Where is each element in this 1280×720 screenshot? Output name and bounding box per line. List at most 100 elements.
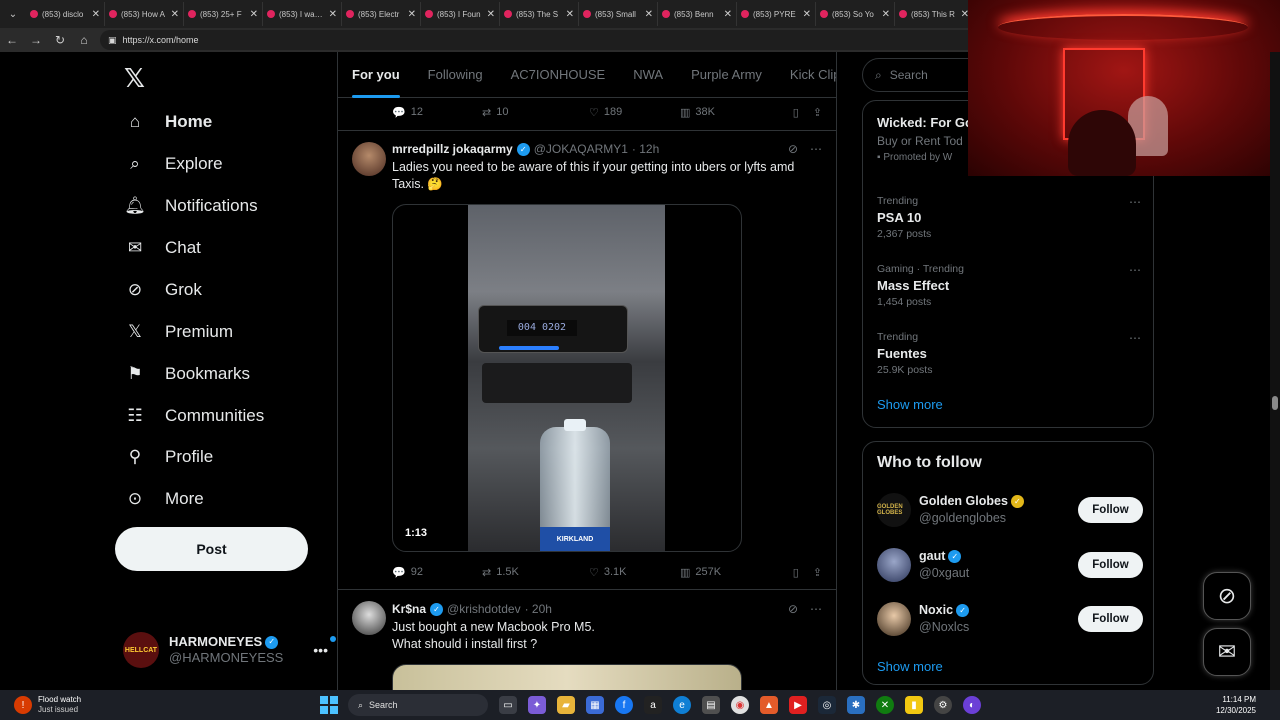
show-more-link[interactable]: Show more xyxy=(877,659,943,674)
browser-tab[interactable]: (853) disclo ✕ xyxy=(26,2,105,26)
close-icon[interactable]: ✕ xyxy=(882,9,890,20)
more-dots-icon[interactable]: ⋯ xyxy=(810,142,822,156)
close-icon[interactable]: ✕ xyxy=(250,9,258,20)
start-icon[interactable] xyxy=(320,696,338,714)
share-icon[interactable]: ⇪ xyxy=(813,566,822,579)
obs-icon[interactable]: ◐ xyxy=(963,696,981,714)
author-name[interactable]: Kr$na xyxy=(392,602,426,616)
more-dots-icon[interactable]: ⋯ xyxy=(1129,263,1141,277)
sidebar-item-chat[interactable]: ✉ Chat xyxy=(123,228,201,268)
browser-tab[interactable]: (853) 25+ F ✕ xyxy=(184,2,263,26)
forward-icon[interactable]: → xyxy=(24,28,48,52)
sidebar-item-communities[interactable]: ☷ Communities xyxy=(123,396,264,436)
more-dots-icon[interactable]: ⋯ xyxy=(810,602,822,616)
reply-button[interactable]: 💬 92 xyxy=(392,566,482,579)
show-more-link[interactable]: Show more xyxy=(877,397,943,412)
address-bar[interactable]: ▣ https://x.com/home xyxy=(100,30,980,50)
browser-tab[interactable]: (853) PYRE ✕ xyxy=(737,2,816,26)
follow-button[interactable]: Follow xyxy=(1078,552,1143,578)
views-button[interactable]: ▥ 38K xyxy=(680,106,784,119)
system-clock[interactable]: 11:14 PM 12/30/2025 xyxy=(1216,694,1256,716)
browser-tab[interactable]: (853) How A ✕ xyxy=(105,2,184,26)
task-view-icon[interactable]: ▭ xyxy=(499,696,517,714)
close-icon[interactable]: ✕ xyxy=(487,9,495,20)
amazon-icon[interactable]: a xyxy=(644,696,662,714)
tab-kick-clips[interactable]: Kick Clips xyxy=(776,52,836,98)
copilot-icon[interactable]: ✦ xyxy=(528,696,546,714)
tab-ac7ionhouse[interactable]: AC7IONHOUSE xyxy=(497,52,620,98)
sidebar-item-more[interactable]: ⊙ More xyxy=(123,479,204,519)
post-button[interactable]: Post xyxy=(115,527,308,571)
like-button[interactable]: ♡ 3.1K xyxy=(589,566,680,579)
tweet-image[interactable] xyxy=(392,664,742,690)
tab-search-chevron-icon[interactable]: ⌄ xyxy=(0,0,26,28)
home-page-icon[interactable]: ⌂ xyxy=(72,28,96,52)
follow-suggestion[interactable]: gaut ✓ @0xgaut Follow xyxy=(877,547,1143,583)
store-icon[interactable]: ▦ xyxy=(586,696,604,714)
youtube-icon[interactable]: ▶ xyxy=(789,696,807,714)
browser-tab[interactable]: (853) This R ✕ xyxy=(895,2,974,26)
messages-fab[interactable]: ✉ xyxy=(1203,628,1251,676)
browser-tab[interactable]: (853) So Yo ✕ xyxy=(816,2,895,26)
sidebar-item-premium[interactable]: 𝕏 Premium xyxy=(123,312,233,352)
sidebar-item-explore[interactable]: ⌕ Explore xyxy=(123,144,222,184)
tab-following[interactable]: Following xyxy=(414,52,497,98)
xbox-icon[interactable]: ✕ xyxy=(876,696,894,714)
sidebar-item-profile[interactable]: ⚲ Profile xyxy=(123,437,213,477)
tab-purple-army[interactable]: Purple Army xyxy=(677,52,776,98)
back-icon[interactable]: ← xyxy=(0,28,24,52)
close-icon[interactable]: ✕ xyxy=(92,9,100,20)
author-name[interactable]: mrredpillz jokaqarmy xyxy=(392,142,513,156)
app-icon[interactable]: ▲ xyxy=(760,696,778,714)
follow-button[interactable]: Follow xyxy=(1078,497,1143,523)
grok-icon[interactable]: ⊘ xyxy=(788,142,798,156)
tweet-time[interactable]: · 20h xyxy=(525,602,552,616)
account-switcher[interactable]: HELLCAT HARMONEYES ✓ @HARMONEYESS ••• xyxy=(123,630,336,670)
avatar[interactable] xyxy=(352,601,386,635)
sidebar-item-notifications[interactable]: 🔔︎ Notifications xyxy=(123,186,257,226)
tweet-time[interactable]: · 12h xyxy=(632,142,659,156)
browser-tab[interactable]: (853) I was s ✕ xyxy=(263,2,342,26)
close-icon[interactable]: ✕ xyxy=(329,9,337,20)
close-icon[interactable]: ✕ xyxy=(803,9,811,20)
author-handle[interactable]: @krishdotdev xyxy=(447,602,521,616)
taskbar-search[interactable]: ⌕ Search xyxy=(348,694,488,716)
close-icon[interactable]: ✕ xyxy=(171,9,179,20)
more-dots-icon[interactable]: ⋯ xyxy=(1129,195,1141,209)
share-icon[interactable]: ⇪ xyxy=(813,106,822,119)
more-dots-icon[interactable]: ⋯ xyxy=(1129,331,1141,345)
app-icon[interactable]: ⚙ xyxy=(934,696,952,714)
folder-icon[interactable]: ▰ xyxy=(557,696,575,714)
repost-button[interactable]: ⇄ 1.5K xyxy=(482,566,589,579)
close-icon[interactable]: ✕ xyxy=(566,9,574,20)
browser-tab[interactable]: (853) The S ✕ xyxy=(500,2,579,26)
tab-nwa[interactable]: NWA xyxy=(619,52,677,98)
trend-item[interactable]: Gaming · Trending Mass Effect 1,454 posts ⋯ xyxy=(877,263,1141,308)
more-dots-icon[interactable]: ••• xyxy=(313,636,336,658)
close-icon[interactable]: ✕ xyxy=(408,9,416,20)
weather-widget[interactable]: ! Flood watch Just issued xyxy=(14,695,294,715)
trend-item[interactable]: Trending Fuentes 25.9K posts ⋯ xyxy=(877,331,1141,376)
browser-tab[interactable]: (853) Benn ✕ xyxy=(658,2,737,26)
bookmark-icon[interactable]: ▯ xyxy=(793,566,799,579)
repost-button[interactable]: ⇄ 10 xyxy=(482,106,589,119)
app-icon[interactable]: ✱ xyxy=(847,696,865,714)
notes-icon[interactable]: ▮ xyxy=(905,696,923,714)
views-button[interactable]: ▥ 257K xyxy=(680,566,784,579)
reload-icon[interactable]: ↻ xyxy=(48,28,72,52)
close-icon[interactable]: ✕ xyxy=(724,9,732,20)
browser-tab[interactable]: (853) Small ✕ xyxy=(579,2,658,26)
close-icon[interactable]: ✕ xyxy=(645,9,653,20)
trend-item[interactable]: Trending PSA 10 2,367 posts ⋯ xyxy=(877,195,1141,240)
facebook-icon[interactable]: f xyxy=(615,696,633,714)
sidebar-item-bookmarks[interactable]: ⚑ Bookmarks xyxy=(123,354,250,394)
browser-tab[interactable]: (853) I Foun ✕ xyxy=(421,2,500,26)
tweet-video[interactable]: 004 0202 KIRKLAND 1:13 xyxy=(392,204,742,552)
bookmark-icon[interactable]: ▯ xyxy=(793,106,799,119)
page-scrollbar[interactable] xyxy=(1270,52,1280,690)
calculator-icon[interactable]: ▤ xyxy=(702,696,720,714)
follow-suggestion[interactable]: Noxic ✓ @Noxlcs Follow xyxy=(877,601,1143,637)
browser-tab[interactable]: (853) Electr ✕ xyxy=(342,2,421,26)
steam-icon[interactable]: ◎ xyxy=(818,696,836,714)
sidebar-item-grok[interactable]: ⊘ Grok xyxy=(123,270,202,310)
